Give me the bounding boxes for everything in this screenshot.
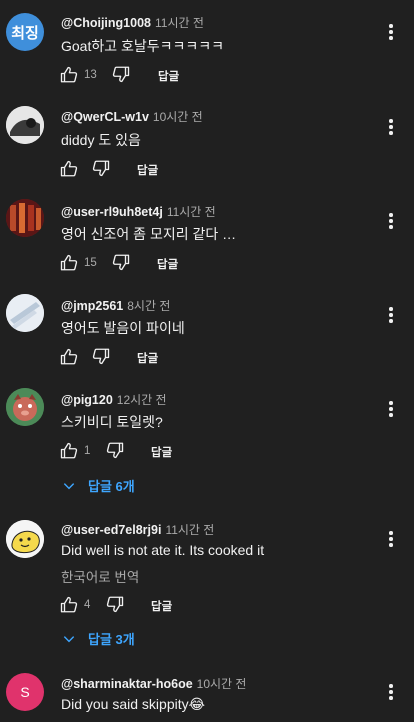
thumb-down-icon: [92, 160, 110, 177]
dislike-button[interactable]: [110, 251, 132, 273]
avatar[interactable]: S: [6, 673, 44, 711]
more-options-icon[interactable]: [383, 117, 399, 137]
comment-time[interactable]: 10시간 전: [197, 677, 247, 691]
comment-author[interactable]: @user-rl9uh8et4j: [61, 205, 163, 219]
comment-time[interactable]: 11시간 전: [165, 523, 214, 537]
comment-author[interactable]: @jmp2561: [61, 299, 123, 313]
like-count: 13: [84, 69, 97, 81]
comment-time[interactable]: 11시간 전: [155, 16, 204, 30]
like-button[interactable]: [58, 158, 80, 180]
view-replies-button[interactable]: 답글 6개: [62, 476, 135, 495]
comment-text: 영어도 발음이 파이네: [61, 320, 185, 336]
like-button[interactable]: [58, 594, 80, 616]
more-options-icon[interactable]: [383, 211, 399, 231]
avatar[interactable]: [6, 520, 44, 558]
comment-time[interactable]: 12시간 전: [117, 393, 167, 407]
more-options-icon[interactable]: [383, 529, 399, 549]
like-count: 15: [84, 257, 97, 269]
like-button[interactable]: [58, 252, 80, 274]
dislike-button[interactable]: [90, 345, 112, 367]
like-button[interactable]: [58, 440, 80, 462]
comment-author[interactable]: @Choijing1008: [61, 16, 151, 30]
avatar[interactable]: 최징: [6, 13, 44, 51]
dislike-button[interactable]: [104, 439, 126, 461]
reply-button[interactable]: 답글: [158, 68, 179, 84]
thumb-down-icon: [92, 348, 110, 365]
more-options-icon[interactable]: [383, 682, 399, 702]
more-options-icon[interactable]: [383, 305, 399, 325]
more-options-icon[interactable]: [383, 399, 399, 419]
thumb-down-icon: [112, 254, 130, 271]
comment-time[interactable]: 10시간 전: [153, 110, 203, 124]
thumb-down-icon: [106, 442, 124, 459]
comment-text: diddy 도 있음: [61, 132, 141, 148]
chevron-down-icon: [63, 482, 75, 489]
like-count: 1: [84, 445, 91, 457]
avatar[interactable]: [6, 199, 44, 237]
dislike-button[interactable]: [104, 593, 126, 615]
comment-author[interactable]: @QwerCL-w1v: [61, 110, 149, 124]
reply-button[interactable]: 답글: [137, 350, 158, 366]
photo-avatar-icon: [6, 294, 44, 332]
thumb-up-icon: [60, 160, 78, 177]
comment-text: Did well is not ate it. Its cooked it: [61, 542, 265, 558]
thumb-up-icon: [60, 596, 78, 613]
dislike-button[interactable]: [90, 157, 112, 179]
thumb-up-icon: [60, 254, 78, 271]
comment-time[interactable]: 11시간 전: [167, 205, 216, 219]
like-button[interactable]: [58, 64, 80, 86]
chevron-down-icon: [63, 635, 75, 642]
comment-text: 영어 신조어 좀 모지리 같다 …: [61, 226, 237, 242]
photo-avatar-icon: [6, 106, 44, 144]
dislike-button[interactable]: [110, 63, 132, 85]
avatar[interactable]: [6, 106, 44, 144]
reply-button[interactable]: 답글: [157, 256, 178, 272]
like-button[interactable]: [58, 346, 80, 368]
like-count: 4: [84, 599, 91, 611]
reply-button[interactable]: 답글: [137, 162, 158, 178]
comment-text: Did you said skippity😂: [61, 696, 205, 712]
photo-avatar-icon: [6, 388, 44, 426]
photo-avatar-icon: [6, 520, 44, 558]
avatar[interactable]: [6, 388, 44, 426]
thumb-up-icon: [60, 66, 78, 83]
thumb-down-icon: [112, 66, 130, 83]
photo-avatar-icon: [6, 199, 44, 237]
comment-author[interactable]: @sharminaktar-ho6oe: [61, 677, 193, 691]
thumb-down-icon: [106, 596, 124, 613]
avatar[interactable]: [6, 294, 44, 332]
comment-time[interactable]: 8시간 전: [127, 299, 170, 313]
reply-button[interactable]: 답글: [151, 444, 172, 460]
comment-text: 스키비디 토일렛?: [61, 414, 163, 430]
comment-text: Goat하고 호날두ㅋㅋㅋㅋㅋ: [61, 38, 225, 54]
translate-link[interactable]: 한국어로 번역: [61, 566, 139, 586]
thumb-up-icon: [60, 348, 78, 365]
reply-button[interactable]: 답글: [151, 598, 172, 614]
comment-author[interactable]: @pig120: [61, 393, 113, 407]
comment-author[interactable]: @user-ed7el8rj9i: [61, 523, 161, 537]
more-options-icon[interactable]: [383, 22, 399, 42]
thumb-up-icon: [60, 442, 78, 459]
view-replies-button[interactable]: 답글 3개: [62, 629, 135, 648]
